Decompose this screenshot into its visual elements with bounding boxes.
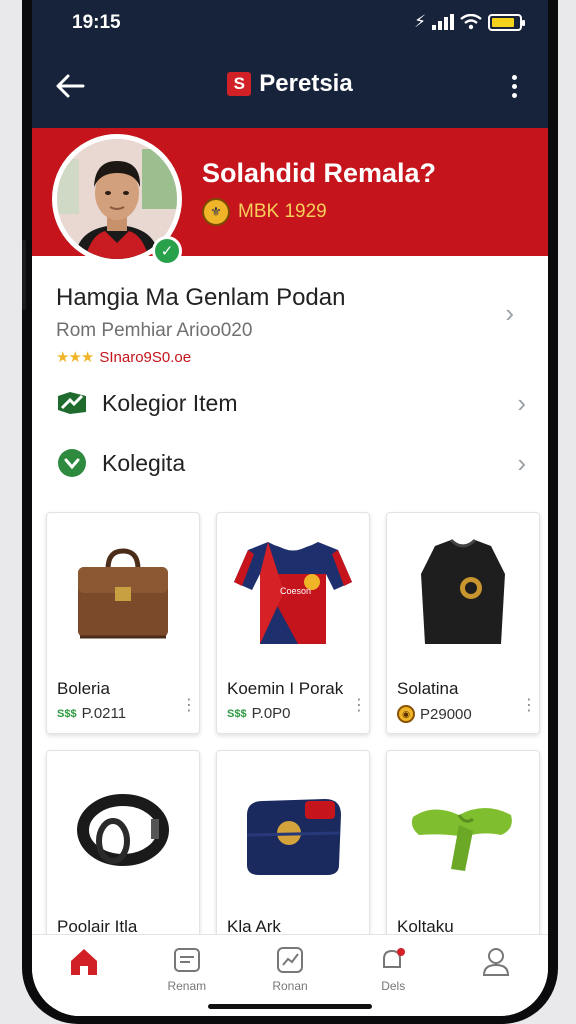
product-image: Coeson bbox=[217, 513, 369, 671]
status-icons: ⚡ bbox=[414, 12, 525, 32]
price-badge: S$$ bbox=[57, 707, 77, 720]
shield-icon bbox=[56, 447, 88, 479]
cellular-icon bbox=[432, 14, 454, 30]
rating-line: ★★★ SInaro9S0.oe bbox=[56, 348, 526, 367]
product-price: P29000 bbox=[420, 705, 472, 723]
chart-icon bbox=[277, 947, 303, 973]
app-logo: S bbox=[227, 72, 252, 96]
pouch-bag-icon bbox=[246, 799, 341, 875]
phone-frame: 19:15 ⚡ S Peretsia ✓ Solahdid Remala? ⚜ … bbox=[22, 0, 558, 1024]
menu-item-collection[interactable]: Kolegior Item › bbox=[56, 380, 526, 426]
product-price: P.0P0 bbox=[251, 705, 291, 722]
verified-icon: ✓ bbox=[152, 236, 182, 266]
more-vertical-icon[interactable]: ⋮ bbox=[351, 698, 367, 714]
screen: 19:15 ⚡ S Peretsia ✓ Solahdid Remala? ⚜ … bbox=[32, 0, 548, 1016]
app-title-group: S Peretsia bbox=[32, 70, 548, 98]
menu-item-kolegita[interactable]: Kolegita › bbox=[56, 440, 526, 486]
chevron-right-icon: › bbox=[505, 298, 514, 328]
product-image bbox=[47, 751, 199, 909]
more-dot bbox=[511, 83, 517, 89]
price-badge: S$$ bbox=[227, 707, 247, 720]
more-dot bbox=[511, 92, 517, 98]
nav-item-home[interactable] bbox=[32, 935, 135, 1016]
more-vertical-icon[interactable]: ⋮ bbox=[521, 698, 537, 714]
inbox-icon bbox=[173, 948, 200, 972]
profile-meta-text: MBK 1929 bbox=[238, 201, 327, 222]
chevron-right-icon: › bbox=[517, 448, 526, 478]
app-title: Peretsia bbox=[259, 70, 353, 97]
wristband-icon bbox=[77, 794, 169, 866]
vest-icon bbox=[421, 538, 505, 644]
product-card[interactable]: Solatina ◉ P29000 ⋮ bbox=[386, 512, 540, 734]
home-icon bbox=[70, 949, 97, 975]
product-card[interactable]: Coeson Koemin I Porak S$$ P.0P0 ⋮ bbox=[216, 512, 370, 734]
info-subtitle: Rom Pemhiar Arioo020 bbox=[56, 320, 253, 341]
price-row: S$$ P.0211 bbox=[57, 705, 126, 722]
jersey-icon: Coeson bbox=[234, 542, 352, 644]
profile-icon bbox=[483, 948, 510, 976]
menu-label: Kolegior Item bbox=[102, 389, 238, 416]
coin-icon: ◉ bbox=[397, 705, 415, 723]
price-row: ◉ P29000 bbox=[397, 705, 472, 723]
product-image bbox=[387, 751, 539, 909]
price-row: S$$ P.0P0 bbox=[227, 705, 291, 722]
nav-label: Ronan bbox=[272, 979, 308, 993]
info-title: Hamgia Ma Genlam Podan bbox=[56, 284, 346, 311]
nav-label: Dels bbox=[381, 979, 406, 993]
product-image bbox=[387, 513, 539, 671]
nav-item-profile[interactable] bbox=[445, 935, 548, 1016]
signal-icon: ⚡ bbox=[414, 12, 426, 31]
notification-icon bbox=[383, 948, 406, 968]
rating-text: SInaro9S0.oe bbox=[99, 348, 192, 366]
side-button bbox=[22, 240, 26, 310]
product-image bbox=[47, 513, 199, 671]
collection-icon bbox=[56, 387, 88, 419]
status-time: 19:15 bbox=[72, 12, 121, 33]
more-vertical-icon[interactable] bbox=[494, 66, 534, 106]
wifi-icon bbox=[460, 14, 482, 30]
svg-text:Coeson: Coeson bbox=[280, 586, 311, 596]
battery-level bbox=[492, 17, 515, 27]
star-rating-icon: ★★★ bbox=[56, 349, 94, 366]
product-price: P.0211 bbox=[81, 705, 127, 722]
profile-name: Solahdid Remala? bbox=[202, 158, 437, 188]
chevron-right-icon: › bbox=[517, 388, 526, 418]
product-name: Koemin I Porak bbox=[227, 679, 344, 698]
battery-icon bbox=[488, 13, 525, 31]
club-crest-icon: ⚜ bbox=[202, 198, 230, 226]
info-row[interactable]: Hamgia Ma Genlam Podan Rom Pemhiar Arioo… bbox=[56, 284, 526, 366]
scarf-icon bbox=[411, 808, 512, 871]
home-indicator bbox=[208, 1004, 372, 1009]
more-dot bbox=[511, 74, 517, 80]
product-grid: Boleria S$$ P.0211 ⋮ Coeson Koemin I Por… bbox=[46, 512, 540, 972]
product-name: Solatina bbox=[397, 679, 459, 698]
nav-label: Renam bbox=[167, 979, 207, 993]
top-bar: 19:15 ⚡ S Peretsia bbox=[32, 0, 548, 128]
menu-label: Kolegita bbox=[102, 449, 186, 476]
product-image bbox=[217, 751, 369, 909]
more-vertical-icon[interactable]: ⋮ bbox=[181, 698, 197, 714]
product-name: Boleria bbox=[57, 679, 110, 698]
profile-meta: ⚜ MBK 1929 bbox=[202, 198, 327, 226]
product-card[interactable]: Boleria S$$ P.0211 ⋮ bbox=[46, 512, 200, 734]
leather-bag-icon bbox=[78, 548, 168, 639]
